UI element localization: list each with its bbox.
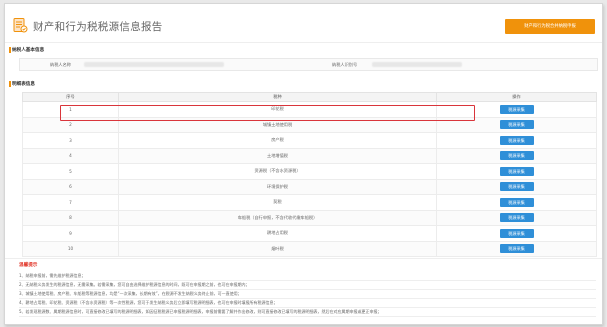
collect-source-button[interactable]: 税源采集 xyxy=(499,135,534,145)
tax-type: 环境保护税 xyxy=(118,178,437,195)
tax-type: 契税 xyxy=(118,194,437,211)
table-row: 6 环境保护税 税源采集 xyxy=(22,178,597,195)
page-title: 财产和行为税税源信息报告 xyxy=(33,21,163,33)
row-number: 1 xyxy=(22,101,119,118)
basic-info-row: 纳税人名称 纳税人识别号 xyxy=(19,58,598,71)
tax-type: 土地增值税 xyxy=(118,147,437,164)
action-cell: 税源采集 xyxy=(436,116,597,133)
row-number: 7 xyxy=(22,194,119,211)
row-number: 4 xyxy=(22,147,119,164)
row-number: 8 xyxy=(22,209,119,226)
basic-info-section-title: 纳税人基本信息 xyxy=(8,47,45,53)
table-row: 10 烟叶税 税源采集 xyxy=(22,240,597,257)
tax-source-table: 序号 税种 操作 1 印花税 税源采集 2 城镇土地使用税 税源采集 3 房产税 税源采集 … xyxy=(22,92,597,257)
collect-source-button[interactable]: 税源采集 xyxy=(499,166,534,176)
action-cell: 税源采集 xyxy=(436,178,597,195)
row-number: 3 xyxy=(22,132,119,149)
tips-divider xyxy=(5,258,602,259)
table-row: 8 车船税（自行申报，不含代收代缴车船税） 税源采集 xyxy=(22,209,597,226)
row-number: 10 xyxy=(22,240,119,257)
table-row: 2 城镇土地使用税 税源采集 xyxy=(22,116,597,133)
taxpayer-id-value-blurred xyxy=(372,62,462,67)
action-cell: 税源采集 xyxy=(436,101,597,118)
tax-type: 资源税（不含水资源税） xyxy=(118,163,437,180)
table-row: 7 契税 税源采集 xyxy=(22,194,597,211)
report-window: 财产和行为税税源信息报告 财产和行为税合并纳税申报 纳税人基本信息 纳税人名称 … xyxy=(4,3,603,325)
action-cell: 税源采集 xyxy=(436,147,597,164)
table-row: 5 资源税（不含水资源税） 税源采集 xyxy=(22,163,597,180)
row-number: 6 xyxy=(22,178,119,195)
tax-type: 耕地占用税 xyxy=(118,225,437,242)
table-row: 9 耕地占用税 税源采集 xyxy=(22,225,597,242)
action-cell: 税源采集 xyxy=(436,163,597,180)
action-cell: 税源采集 xyxy=(436,132,597,149)
collect-source-button[interactable]: 税源采集 xyxy=(499,182,534,192)
header-divider xyxy=(5,42,602,43)
table-row: 3 房产税 税源采集 xyxy=(22,132,597,149)
tax-type: 车船税（自行申报，不含代收代缴车船税） xyxy=(118,209,437,226)
table-row: 1 印花税 税源采集 xyxy=(22,101,597,118)
action-cell: 税源采集 xyxy=(436,225,597,242)
action-cell: 税源采集 xyxy=(436,240,597,257)
report-document-icon xyxy=(13,18,28,33)
tax-type: 烟叶税 xyxy=(118,240,437,257)
column-header-tax-type: 税种 xyxy=(118,92,437,102)
collect-source-button[interactable]: 税源采集 xyxy=(499,151,534,161)
collect-source-button[interactable]: 税源采集 xyxy=(499,213,534,223)
tip-line: 5、若发现税源数、属期税源信息时，可直接修改已填写的税源明细表，如因征税税源已申… xyxy=(19,307,596,317)
details-section-title: 明细表信息 xyxy=(9,81,35,87)
taxpayer-id-label: 纳税人识别号 xyxy=(332,61,358,67)
table-row: 4 土地增值税 税源采集 xyxy=(22,147,597,164)
action-cell: 税源采集 xyxy=(436,209,597,226)
collect-source-button[interactable]: 税源采集 xyxy=(499,104,534,114)
taxpayer-name-value-blurred xyxy=(84,62,224,67)
collect-source-button[interactable]: 税源采集 xyxy=(499,197,534,207)
tax-type: 房产税 xyxy=(118,132,437,149)
column-header-action: 操作 xyxy=(436,92,597,102)
collect-source-button[interactable]: 税源采集 xyxy=(499,244,534,254)
combined-tax-declaration-button[interactable]: 财产和行为税合并纳税申报 xyxy=(505,19,595,34)
column-header-no: 序号 xyxy=(22,92,119,102)
tax-type: 城镇土地使用税 xyxy=(118,116,437,133)
row-number: 9 xyxy=(22,225,119,242)
row-number: 5 xyxy=(22,163,119,180)
row-number: 2 xyxy=(22,116,119,133)
collect-source-button[interactable]: 税源采集 xyxy=(499,228,534,238)
action-cell: 税源采集 xyxy=(436,194,597,211)
tips-title: 温馨提示 xyxy=(19,263,38,268)
collect-source-button[interactable]: 税源采集 xyxy=(499,120,534,130)
tax-type: 印花税 xyxy=(118,101,437,118)
table-header-row: 序号 税种 操作 xyxy=(22,92,597,102)
taxpayer-name-label: 纳税人名称 xyxy=(50,61,71,67)
